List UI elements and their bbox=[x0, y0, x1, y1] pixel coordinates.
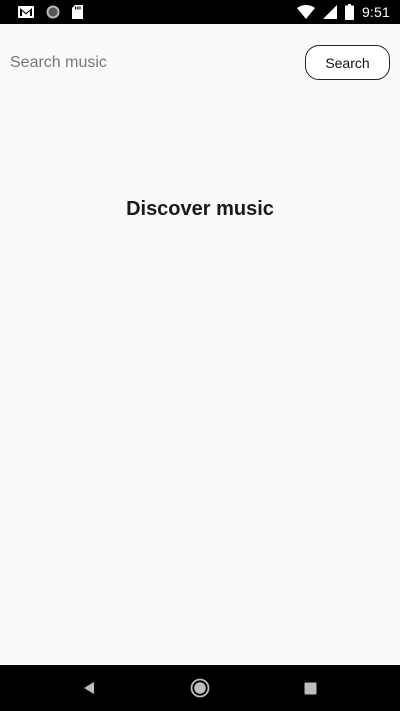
home-icon[interactable] bbox=[185, 673, 215, 703]
sd-card-icon bbox=[72, 5, 83, 19]
back-icon[interactable] bbox=[74, 673, 104, 703]
search-input[interactable] bbox=[10, 50, 280, 76]
system-icons: 9:51 bbox=[296, 3, 390, 21]
navigation-bar bbox=[0, 665, 400, 711]
recents-icon[interactable] bbox=[295, 673, 325, 703]
status-bar: 9:51 bbox=[0, 0, 400, 24]
circle-app-icon bbox=[46, 5, 60, 19]
notification-icons bbox=[18, 4, 83, 20]
search-bar: Search bbox=[0, 24, 400, 100]
status-time: 9:51 bbox=[361, 4, 390, 20]
wifi-icon bbox=[296, 5, 315, 19]
app-screen: 9:51 Search Discover music bbox=[0, 0, 400, 711]
battery-icon bbox=[344, 4, 354, 20]
gmail-icon bbox=[18, 6, 34, 18]
cell-signal-icon bbox=[322, 5, 337, 19]
search-button[interactable]: Search bbox=[305, 45, 390, 80]
page-title: Discover music bbox=[126, 198, 274, 220]
